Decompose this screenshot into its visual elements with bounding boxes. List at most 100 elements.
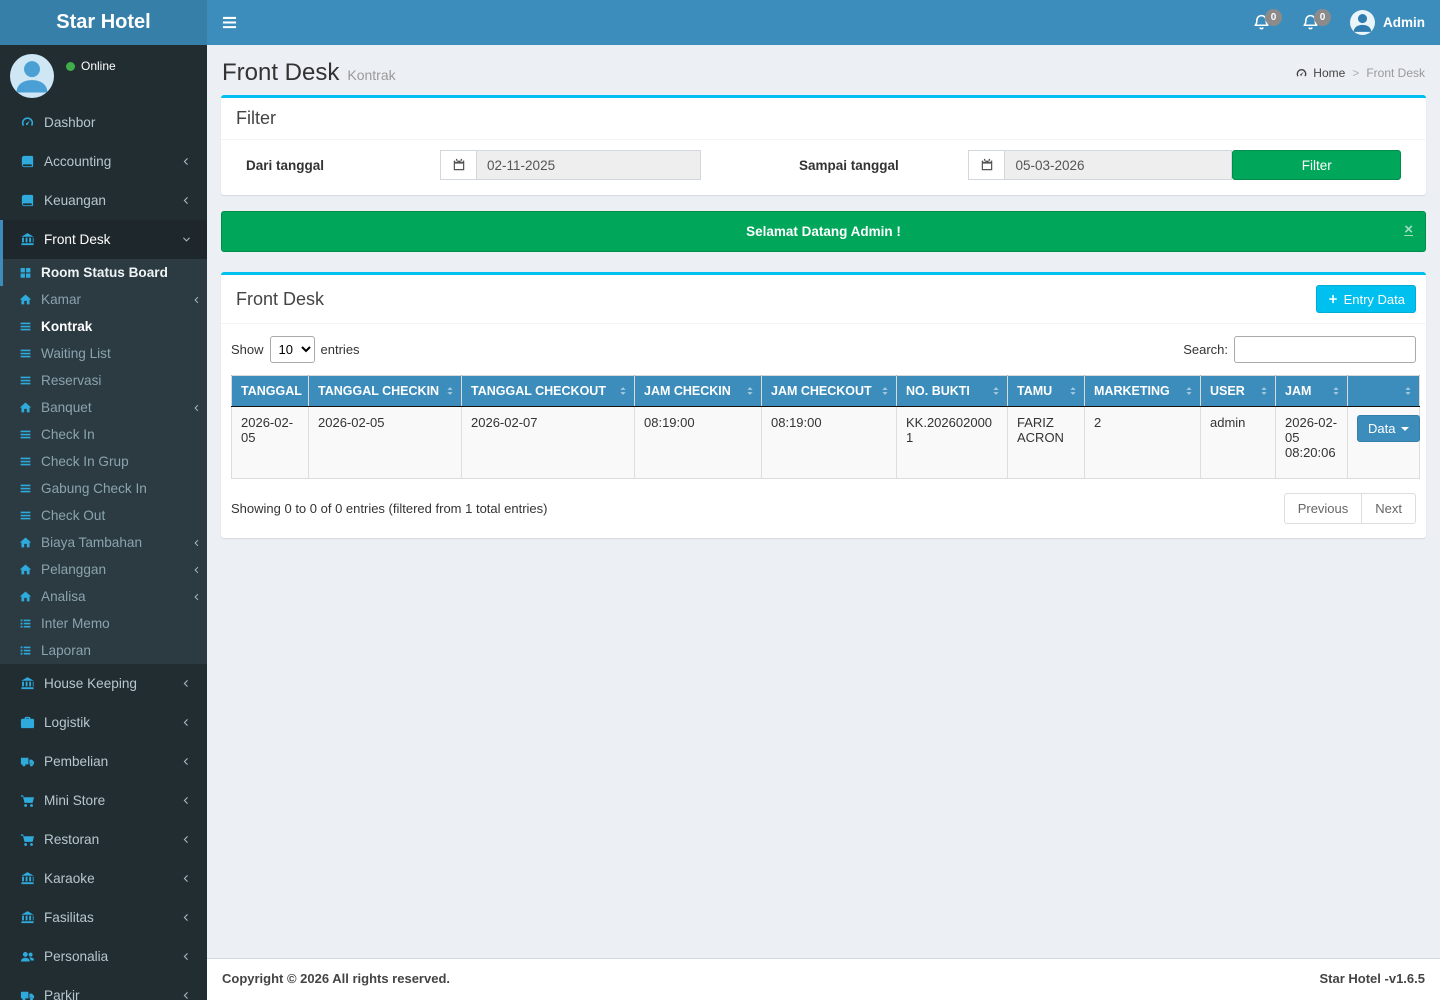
sidebar-item-room-status-board[interactable]: Room Status Board [0, 259, 207, 286]
sidebar-item-label: Waiting List [41, 346, 111, 361]
sidebar-item-check-in-grup[interactable]: Check In Grup [0, 448, 207, 475]
briefcase-icon [18, 715, 37, 730]
column-header-tanggal-checkin[interactable]: TANGGAL CHECKIN [308, 375, 462, 407]
sidebar-item-mini-store[interactable]: Mini Store [0, 781, 207, 820]
sidebar-item-front-desk[interactable]: Front Desk [0, 220, 207, 259]
sidebar-item-fasilitas[interactable]: Fasilitas [0, 898, 207, 937]
entries-label: entries [320, 342, 360, 357]
cell-tanggal-checkout: 2026-02-07 [461, 406, 635, 479]
column-header-marketing[interactable]: MARKETING [1084, 375, 1201, 407]
column-header-tanggal[interactable]: TANGGAL [231, 375, 309, 407]
chevron-left-icon [192, 295, 202, 305]
sidebar-item-check-in[interactable]: Check In [0, 421, 207, 448]
to-date-input[interactable] [1004, 150, 1233, 180]
chevron-left-icon [192, 592, 202, 602]
sidebar-item-restoran[interactable]: Restoran [0, 820, 207, 859]
previous-page-button[interactable]: Previous [1283, 493, 1363, 524]
column-header-jam-checkout[interactable]: JAM CHECKOUT [761, 375, 897, 407]
alert-close-button[interactable]: × [1404, 221, 1413, 238]
sidebar-toggle-button[interactable] [207, 0, 252, 45]
bars-icon [17, 482, 34, 495]
user-menu[interactable]: Admin [1335, 0, 1440, 45]
grid-icon [17, 266, 34, 279]
sidebar-item-dashbor[interactable]: Dashbor [0, 103, 207, 142]
chevron-left-icon [181, 156, 192, 167]
sidebar-item-check-out[interactable]: Check Out [0, 502, 207, 529]
bars-icon [17, 509, 34, 522]
from-date-label: Dari tanggal [246, 157, 325, 173]
page-size-select[interactable]: 10 [269, 336, 315, 363]
entry-data-label: Entry Data [1343, 291, 1405, 307]
notification-badge: 0 [1314, 9, 1331, 26]
chevron-left-icon [192, 403, 202, 413]
bars-icon [17, 320, 34, 333]
search-label: Search: [1183, 342, 1228, 357]
cell-jam-checkin: 08:19:00 [634, 406, 762, 479]
column-header-tamu[interactable]: TAMU [1007, 375, 1085, 407]
cell-jam-checkout: 08:19:00 [761, 406, 897, 479]
notifications-bell-1[interactable]: 0 [1237, 0, 1286, 45]
sidebar-item-accounting[interactable]: Accounting [0, 142, 207, 181]
sidebar-item-reservasi[interactable]: Reservasi [0, 367, 207, 394]
sidebar-item-waiting-list[interactable]: Waiting List [0, 340, 207, 367]
next-page-button[interactable]: Next [1362, 493, 1416, 524]
bank-icon [18, 910, 37, 925]
sidebar-item-analisa[interactable]: Analisa [0, 583, 207, 610]
column-header-tanggal-checkout[interactable]: TANGGAL CHECKOUT [461, 375, 635, 407]
cell-user: admin [1200, 406, 1276, 479]
sort-icon [1258, 385, 1270, 397]
sidebar-item-label: Inter Memo [41, 616, 110, 631]
column-header-jam[interactable]: JAM [1275, 375, 1348, 407]
front-desk-table: TANGGAL TANGGAL CHECKIN TANGGAL CHECKOUT… [231, 375, 1421, 479]
sidebar-item-label: Analisa [41, 589, 86, 604]
sidebar-item-label: Keuangan [44, 193, 106, 208]
sort-icon [1183, 385, 1195, 397]
chevron-left-icon [192, 565, 202, 575]
sidebar-item-house-keeping[interactable]: House Keeping [0, 664, 207, 703]
chevron-left-icon [181, 834, 192, 845]
column-header-actions[interactable] [1347, 375, 1420, 407]
bank-icon [18, 676, 37, 691]
sidebar-item-parkir[interactable]: Parkir [0, 976, 207, 1000]
sidebar-item-laporan[interactable]: Laporan [0, 637, 207, 664]
breadcrumb-home-link[interactable]: Home [1295, 66, 1345, 80]
cell-tanggal-checkin: 2026-02-05 [308, 406, 462, 479]
sidebar-item-inter-memo[interactable]: Inter Memo [0, 610, 207, 637]
breadcrumb-home-label: Home [1313, 66, 1346, 80]
sidebar-item-logistik[interactable]: Logistik [0, 703, 207, 742]
sidebar-item-biaya-tambahan[interactable]: Biaya Tambahan [0, 529, 207, 556]
notifications-bell-2[interactable]: 0 [1286, 0, 1335, 45]
row-data-dropdown-button[interactable]: Data [1357, 415, 1421, 442]
bars-icon [17, 455, 34, 468]
column-header-user[interactable]: USER [1200, 375, 1276, 407]
sidebar-item-gabung-check-in[interactable]: Gabung Check In [0, 475, 207, 502]
column-header-jam-checkin[interactable]: JAM CHECKIN [634, 375, 762, 407]
sidebar-item-personalia[interactable]: Personalia [0, 937, 207, 976]
filter-button[interactable]: Filter [1232, 150, 1402, 180]
notification-badge: 0 [1265, 9, 1282, 26]
entry-data-button[interactable]: Entry Data [1315, 285, 1416, 313]
breadcrumb-separator: > [1352, 66, 1360, 80]
table-controls: Show 10 entries Search: [221, 324, 1426, 363]
sidebar-item-pelanggan[interactable]: Pelanggan [0, 556, 207, 583]
sidebar-item-karaoke[interactable]: Karaoke [0, 859, 207, 898]
sidebar-item-label: Fasilitas [44, 910, 94, 925]
sidebar-item-keuangan[interactable]: Keuangan [0, 181, 207, 220]
sidebar-item-kamar[interactable]: Kamar [0, 286, 207, 313]
sidebar-item-banquet[interactable]: Banquet [0, 394, 207, 421]
list-icon [17, 644, 34, 657]
front-desk-box: Front Desk Entry Data Show 10 entries Se… [221, 272, 1426, 538]
column-header-no-bukti[interactable]: NO. BUKTI [896, 375, 1008, 407]
data-button-label: Data [1368, 421, 1396, 436]
sidebar-item-label: House Keeping [44, 676, 137, 691]
from-date-input[interactable] [476, 150, 702, 180]
breadcrumb: Home > Front Desk [1295, 66, 1425, 80]
brand-logo[interactable]: Star Hotel [0, 0, 207, 45]
sidebar-item-pembelian[interactable]: Pembelian [0, 742, 207, 781]
sidebar-item-label: Front Desk [44, 232, 111, 247]
chevron-left-icon [181, 873, 192, 884]
search-input[interactable] [1234, 336, 1416, 363]
table-info: Showing 0 to 0 of 0 entries (filtered fr… [231, 501, 548, 516]
sidebar-item-kontrak[interactable]: Kontrak [0, 313, 207, 340]
sidebar-item-label: Kamar [41, 292, 82, 307]
